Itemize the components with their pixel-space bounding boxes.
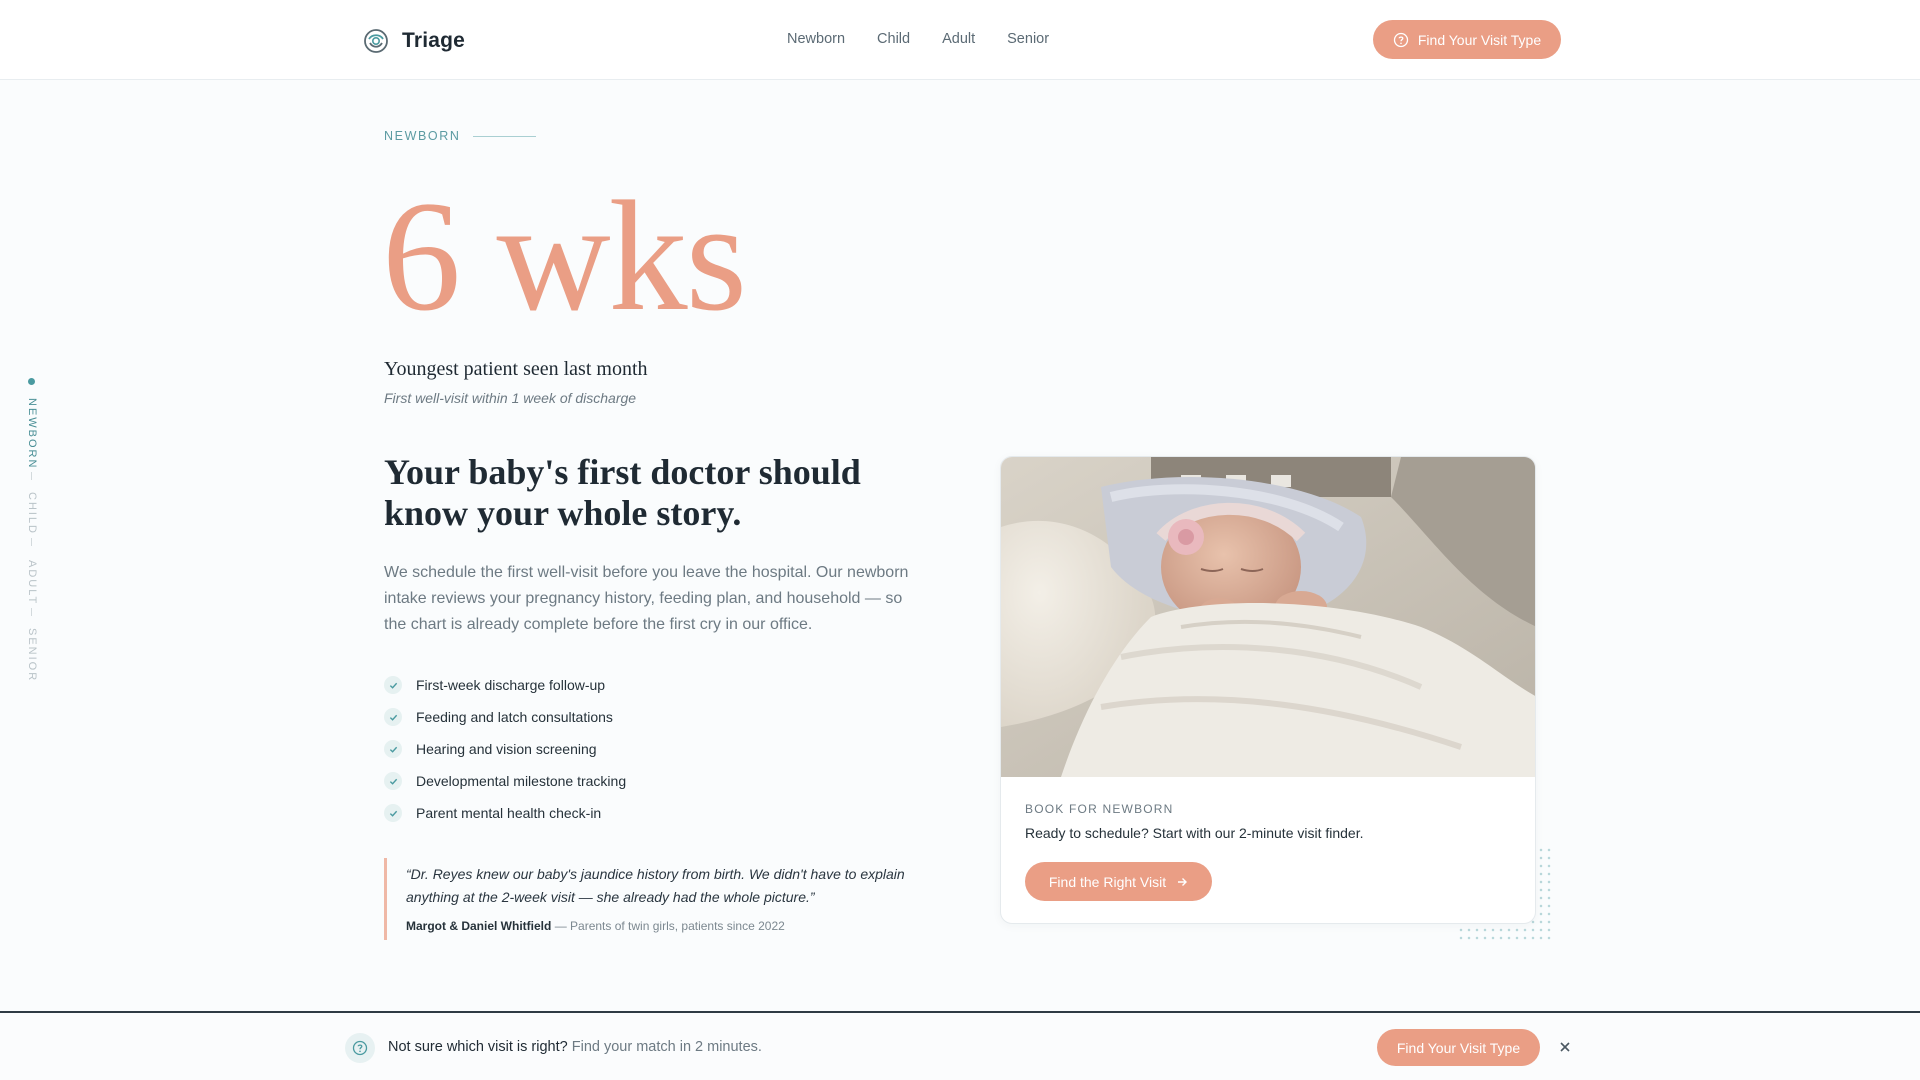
rail-item-newborn[interactable]: NEWBORN [26,398,38,469]
check-icon [384,708,402,726]
find-visit-type-button[interactable]: Find Your Visit Type [1373,20,1561,59]
find-right-visit-label: Find the Right Visit [1048,873,1167,890]
sticky-bottom-bar: Not sure which visit is right? Find your… [0,1011,1920,1080]
testimonial: “Dr. Reyes knew our baby's jaundice hist… [384,858,924,940]
nav-item-adult[interactable]: Adult [942,31,975,47]
rail-divider [31,538,32,546]
site-header: Triage Newborn Child Adult Senior Find Y… [0,0,1920,80]
check-icon [384,772,402,790]
section-headline: Your baby's first doctor should know you… [384,452,861,533]
rail-item-adult[interactable]: ADULT [26,560,38,605]
check-icon [384,676,402,694]
arrow-right-icon [1178,877,1188,886]
bottom-bar-hint: Find your match in 2 minutes. [571,1039,762,1055]
list-item: Hearing and vision screening [384,733,626,765]
rail-item-senior[interactable]: SENIOR [26,628,38,682]
rail-divider [31,472,32,480]
newborn-photo [1001,457,1535,777]
brand-logo[interactable]: Triage [362,27,465,55]
list-item-label: First-week discharge follow-up [416,677,606,693]
nav-item-child[interactable]: Child [877,31,910,47]
list-item-label: Hearing and vision screening [416,741,597,757]
brand-name: Triage [402,29,466,52]
help-circle-icon [1393,32,1409,47]
main-nav: Newborn Child Adult Senior [787,31,1049,47]
bottom-find-visit-type-button[interactable]: Find Your Visit Type [1377,1029,1540,1066]
list-item: First-week discharge follow-up [384,669,626,701]
bottom-bar-question: Not sure which visit is right? [388,1039,568,1055]
sleeping-baby-image [1001,457,1535,777]
testimonial-attribution: Margot & Daniel Whitfield — Parents of t… [406,919,924,933]
bottom-bar-message: Not sure which visit is right? Find your… [388,1039,762,1055]
testimonial-detail: — Parents of twin girls, patients since … [554,919,785,933]
find-right-visit-button[interactable]: Find the Right Visit [1025,862,1212,901]
stat-subcaption: First well-visit within 1 week of discha… [384,390,637,406]
list-item: Developmental milestone tracking [384,765,626,797]
list-item-label: Feeding and latch consultations [416,709,613,725]
booking-card: BOOK FOR NEWBORN Ready to schedule? Star… [1000,456,1536,924]
service-checklist: First-week discharge follow-up Feeding a… [384,669,626,829]
section-label-text: NEWBORN [384,129,461,143]
rail-item-child[interactable]: CHILD [26,492,38,535]
find-visit-type-label: Find Your Visit Type [1417,31,1542,48]
check-icon [384,804,402,822]
nav-item-senior[interactable]: Senior [1007,31,1049,47]
testimonial-text: “Dr. Reyes knew our baby's jaundice hist… [406,866,905,905]
card-text: Ready to schedule? Start with our 2-minu… [1025,825,1364,841]
logo-icon [364,29,388,53]
check-icon [384,740,402,758]
list-item-label: Parent mental health check-in [416,805,602,821]
list-item: Parent mental health check-in [384,797,626,829]
stat-caption: Youngest patient seen last month [384,358,648,380]
nav-item-newborn[interactable]: Newborn [787,31,845,47]
rail-active-dot [28,378,35,385]
stat-value: 6 wks [382,169,747,344]
help-circle-icon [345,1033,375,1063]
list-item-label: Developmental milestone tracking [416,773,627,789]
rail-divider [31,608,32,616]
booking-card-body: BOOK FOR NEWBORN Ready to schedule? Star… [1025,802,1364,901]
list-item: Feeding and latch consultations [384,701,626,733]
close-icon[interactable] [1557,1039,1573,1055]
section-body: We schedule the first well-visit before … [384,564,909,633]
testimonial-author: Margot & Daniel Whitfield [406,919,552,933]
section-eyebrow: NEWBORN [384,129,537,143]
section-label-line [473,135,537,137]
card-eyebrow: BOOK FOR NEWBORN [1025,802,1174,816]
